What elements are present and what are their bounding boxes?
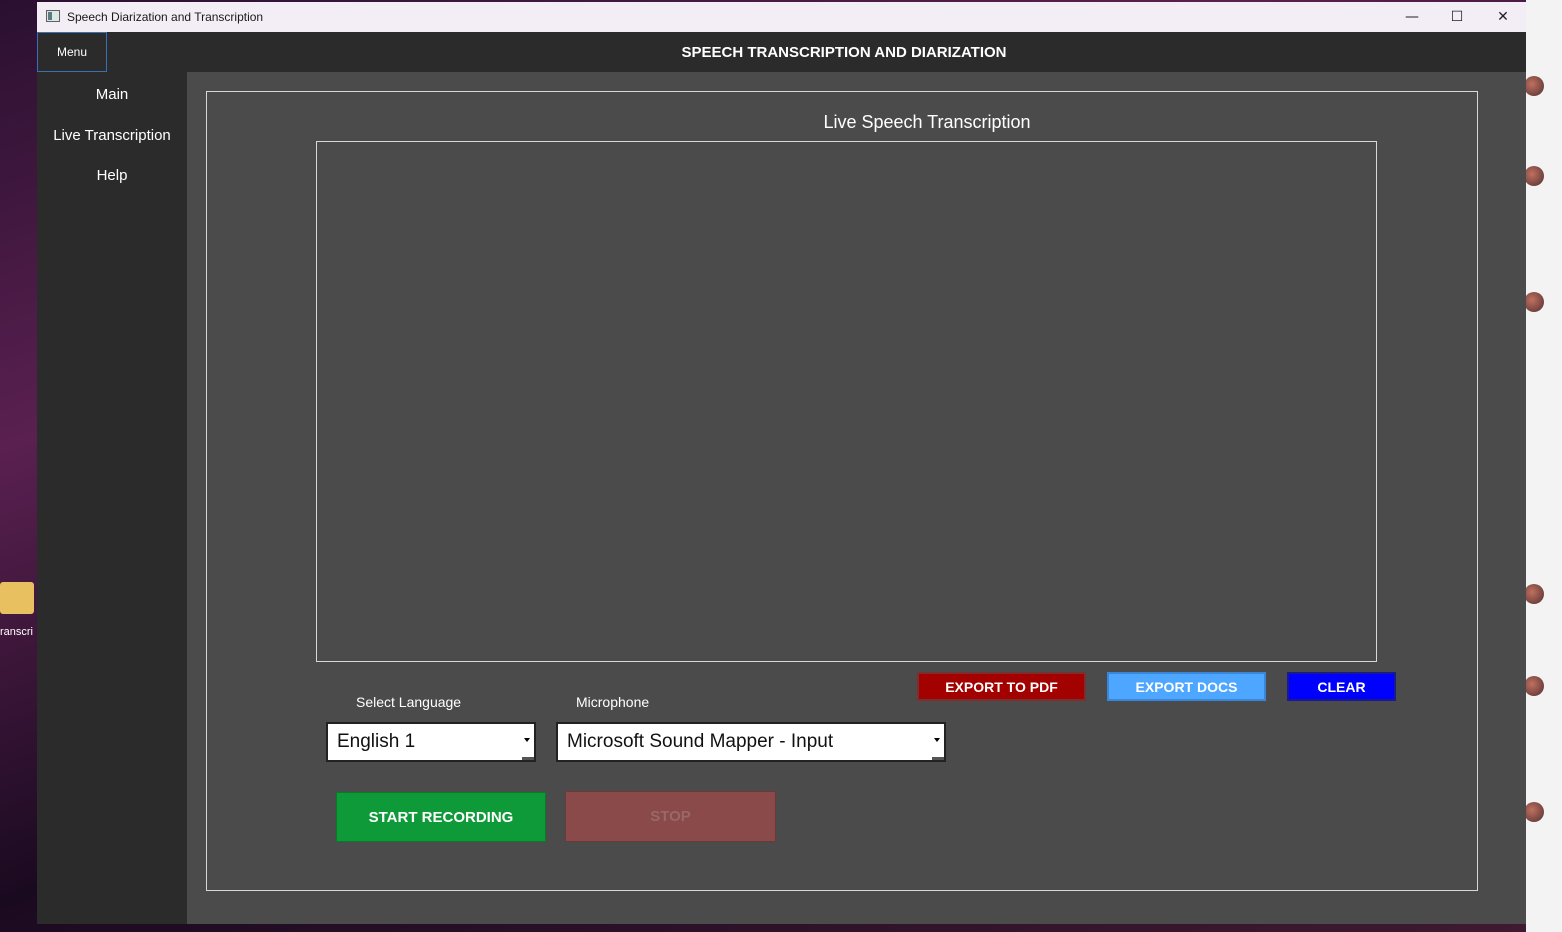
microphone-value: Microsoft Sound Mapper - Input [567,731,834,752]
desktop-background-right [1526,0,1562,932]
language-label: Select Language [356,694,462,710]
chevron-down-icon [934,738,940,742]
microphone-select[interactable]: Microsoft Sound Mapper - Input [556,722,946,762]
avatar-icon [1524,292,1544,312]
language-select[interactable]: English 1 [326,722,536,762]
avatar-icon [1524,76,1544,96]
transcription-panel: Live Speech Transcription EXPORT TO PDF … [206,91,1478,891]
avatar-icon [1524,802,1544,822]
maximize-button[interactable]: ☐ [1434,2,1480,32]
desktop-icon-label: ranscri [0,626,34,638]
language-value: English 1 [337,731,416,752]
menu-bar: Menu SPEECH TRANSCRIPTION AND DIARIZATIO… [37,32,1526,72]
title-bar: Speech Diarization and Transcription — ☐… [37,2,1526,32]
start-recording-button[interactable]: START RECORDING [336,792,546,842]
avatar-icon [1524,676,1544,696]
section-title: Live Speech Transcription [823,112,1031,132]
export-docs-button[interactable]: EXPORT DOCS [1107,672,1266,701]
transcript-textbox[interactable] [316,141,1377,662]
clear-button[interactable]: CLEAR [1287,672,1396,701]
avatar-icon [1524,584,1544,604]
export-pdf-button[interactable]: EXPORT TO PDF [917,672,1086,701]
app-icon [46,10,60,22]
select-corner [932,757,944,760]
chevron-down-icon [524,738,530,742]
close-button[interactable]: ✕ [1480,2,1526,32]
folder-icon[interactable] [0,582,34,614]
window-title: Speech Diarization and Transcription [67,10,264,24]
app-window: Speech Diarization and Transcription — ☐… [37,2,1526,924]
avatar-icon [1524,166,1544,186]
minimize-button[interactable]: — [1389,2,1435,32]
main-content: Live Speech Transcription EXPORT TO PDF … [187,72,1526,924]
app-heading: SPEECH TRANSCRIPTION AND DIARIZATION [681,44,1007,61]
sidebar-item-live-transcription[interactable]: Live Transcription [37,127,187,144]
microphone-label: Microphone [576,694,650,710]
sidebar: Main Live Transcription Help [37,72,187,924]
sidebar-item-main[interactable]: Main [37,86,187,103]
menu-button[interactable]: Menu [37,32,107,72]
select-corner [522,757,534,760]
sidebar-item-help[interactable]: Help [37,167,187,184]
stop-button[interactable]: STOP [565,791,776,842]
